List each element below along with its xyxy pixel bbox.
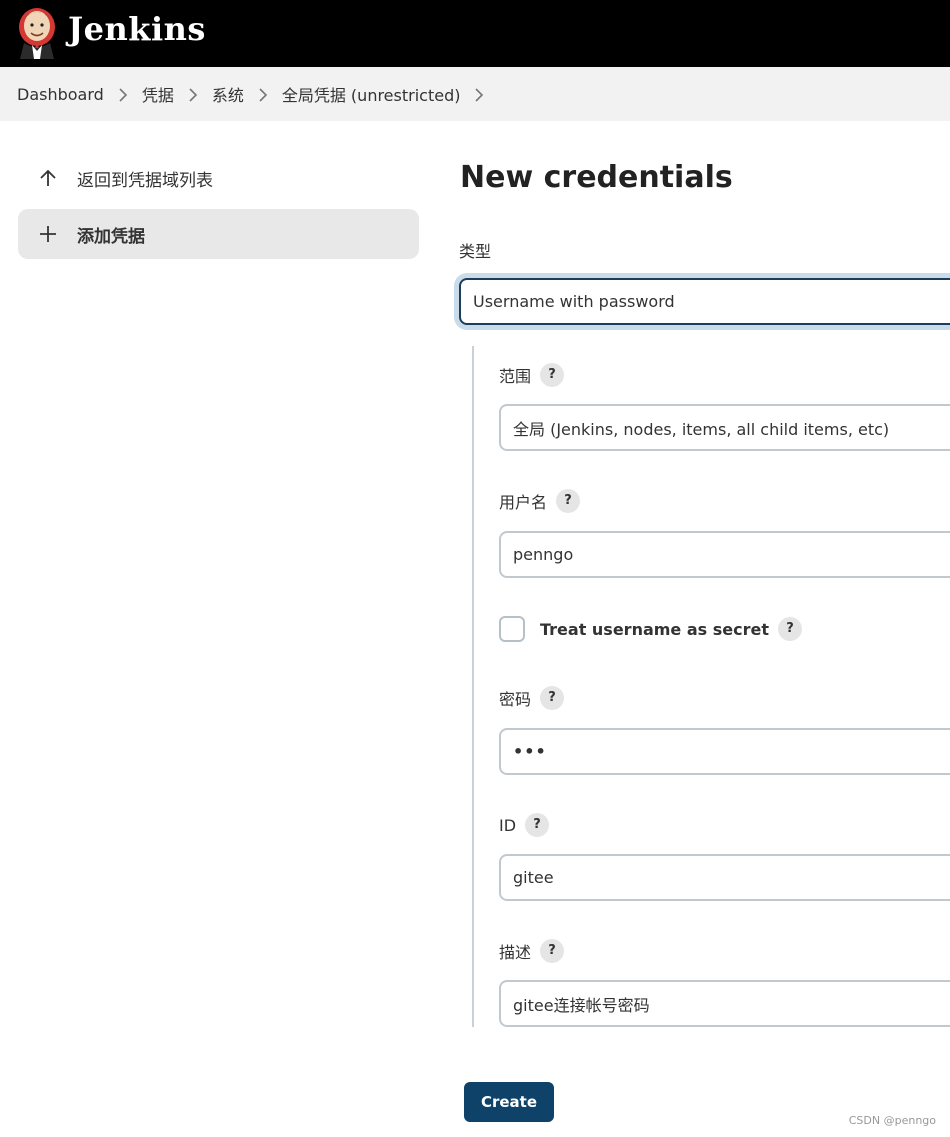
breadcrumb-system[interactable]: 系统 — [212, 82, 244, 106]
sidebar-item-label: 添加凭据 — [77, 226, 145, 247]
password-label: 密码 ? — [499, 686, 565, 710]
breadcrumb-dashboard[interactable]: Dashboard — [17, 85, 104, 104]
username-input[interactable]: penngo — [499, 531, 950, 578]
chevron-right-icon[interactable] — [104, 85, 142, 104]
password-label-text: 密码 — [499, 690, 532, 709]
username-label: 用户名 ? — [499, 489, 581, 513]
treat-username-secret-label: Treat username as secret ? — [540, 617, 802, 641]
brand-title[interactable]: Jenkins — [68, 10, 206, 48]
page-title: New credentials — [460, 160, 733, 195]
help-icon[interactable]: ? — [525, 813, 550, 837]
scope-select[interactable]: 全局 (Jenkins, nodes, items, all child ite… — [499, 404, 950, 451]
watermark: CSDN @penngo — [848, 1114, 936, 1127]
help-icon[interactable]: ? — [540, 363, 565, 387]
arrow-up-icon — [40, 169, 56, 186]
description-label-text: 描述 — [499, 943, 532, 962]
jenkins-logo-icon[interactable] — [16, 5, 58, 59]
plus-icon — [40, 226, 56, 242]
treat-username-secret-text: Treat username as secret — [540, 619, 769, 639]
id-input[interactable]: gitee — [499, 854, 950, 901]
help-icon[interactable]: ? — [556, 489, 581, 513]
sidebar-item-label: 返回到凭据域列表 — [77, 170, 213, 191]
chevron-right-icon[interactable] — [460, 85, 498, 104]
form-group-divider — [472, 346, 474, 1027]
sidebar-item-add-credentials[interactable]: 添加凭据 — [18, 209, 419, 259]
description-label: 描述 ? — [499, 939, 565, 963]
create-button[interactable]: Create — [464, 1082, 554, 1122]
scope-label-text: 范围 — [499, 367, 532, 386]
sidebar-item-back-to-domains[interactable]: 返回到凭据域列表 — [18, 153, 419, 203]
help-icon[interactable]: ? — [778, 617, 802, 641]
help-icon[interactable]: ? — [540, 939, 565, 963]
kind-select[interactable]: Username with password — [459, 278, 950, 325]
chevron-right-icon[interactable] — [244, 85, 282, 104]
breadcrumb-credentials[interactable]: 凭据 — [142, 82, 174, 106]
breadcrumb: Dashboard 凭据 系统 全局凭据 (unrestricted) — [0, 67, 950, 121]
id-label-text: ID — [499, 815, 517, 835]
id-label: ID ? — [499, 813, 550, 837]
top-header: Jenkins — [0, 0, 950, 67]
scope-label: 范围 ? — [499, 363, 565, 387]
breadcrumb-global-domain[interactable]: 全局凭据 (unrestricted) — [282, 82, 461, 106]
description-input[interactable]: gitee连接帐号密码 — [499, 980, 950, 1027]
treat-username-secret-checkbox[interactable] — [499, 616, 525, 642]
password-input[interactable]: ••• — [499, 728, 950, 775]
username-label-text: 用户名 — [499, 493, 548, 512]
chevron-right-icon[interactable] — [174, 85, 212, 104]
kind-label: 类型 — [459, 242, 492, 261]
help-icon[interactable]: ? — [540, 686, 565, 710]
